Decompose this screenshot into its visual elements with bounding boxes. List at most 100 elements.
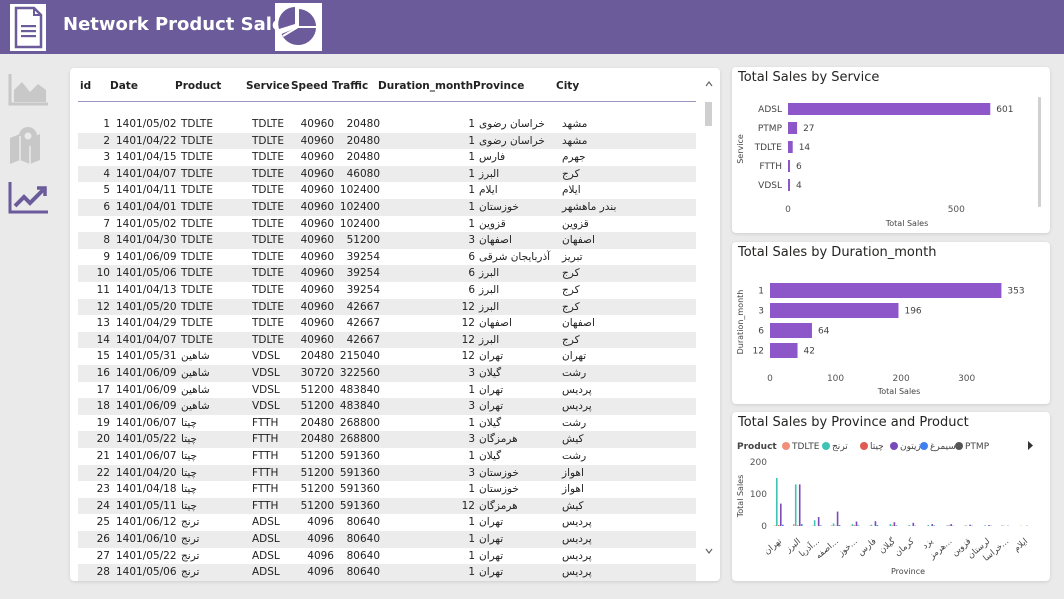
province-chart-bar[interactable] [891, 525, 894, 526]
table-row[interactable]: 13 1401/04/29 TDLTE TDLTE 40960 42667 12 اصفهان… [78, 315, 696, 332]
table-row[interactable]: 5 1401/04/11 TDLTE TDLTE 40960 102400 1 ایلام ای… [78, 182, 696, 199]
province-chart-bar[interactable] [853, 525, 856, 526]
table-row[interactable]: 4 1401/04/07 TDLTE TDLTE 40960 46080 1 البرز کرج [78, 165, 696, 183]
province-chart-bar[interactable] [836, 511, 839, 526]
col-header-service[interactable]: Service [246, 80, 290, 92]
province-chart-bar[interactable] [780, 503, 782, 526]
province-chart-bar[interactable] [948, 525, 950, 526]
duration-chart-bar[interactable] [770, 323, 812, 338]
table-row[interactable]: 17 1401/06/09 شاهین VDSL 51200 483840 1 تهران پر… [78, 382, 696, 399]
province-chart-bar[interactable] [933, 525, 936, 526]
service-chart-bar[interactable] [788, 141, 793, 153]
province-chart-bar[interactable] [851, 524, 854, 526]
province-chart-bar[interactable] [969, 524, 971, 526]
province-chart-bar[interactable] [776, 478, 778, 526]
table-row[interactable]: 11 1401/04/13 TDLTE TDLTE 40960 39254 6 البرز کر… [78, 282, 696, 299]
col-header-traffic[interactable]: Traffic [332, 80, 368, 92]
table-row[interactable]: 19 1401/06/07 چیتا FTTH 20480 268800 1 گیلان رشت [78, 415, 696, 432]
duration-chart-bar[interactable] [770, 343, 798, 358]
province-chart-bar[interactable] [874, 521, 877, 526]
province-chart-bar[interactable] [838, 525, 841, 526]
map-icon[interactable] [6, 124, 50, 164]
table-row[interactable]: 9 1401/06/09 TDLTE TDLTE 40960 39254 6 آذربایجا… [78, 249, 696, 266]
table-row[interactable]: 28 1401/05/06 ترنج ADSL 4096 80640 1 تهران پردیس [78, 564, 696, 581]
province-chart-bar[interactable] [798, 484, 801, 526]
province-chart-bar[interactable] [782, 524, 784, 526]
province-chart-bar[interactable] [813, 520, 816, 526]
province-chart-bar[interactable] [870, 524, 873, 526]
province-chart-bar[interactable] [893, 522, 896, 526]
table-row[interactable]: 2 1401/04/22 TDLTE TDLTE 40960 20480 1 خراسان ر… [78, 132, 696, 150]
province-chart-bar[interactable] [931, 524, 934, 526]
table-row[interactable]: 27 1401/05/22 ترنج ADSL 4096 80640 1 تهران پردیس [78, 548, 696, 565]
duration-chart-bar[interactable] [770, 283, 1002, 298]
legend-item-label[interactable]: زیتون [900, 442, 921, 452]
province-chart-bar[interactable] [895, 525, 898, 526]
table-row[interactable]: 23 1401/04/18 چیتا FTTH 51200 591360 1 خوزستان ا… [78, 481, 696, 498]
table-row[interactable]: 15 1401/05/31 شاهین VDSL 20480 215040 12 تهران ت… [78, 348, 696, 365]
legend-item-label[interactable]: TDLTE [791, 442, 820, 452]
province-chart-bar[interactable] [800, 524, 803, 526]
col-header-speed[interactable]: Speed [291, 80, 328, 92]
legend-next-arrow-icon[interactable] [1028, 441, 1033, 450]
table-row[interactable]: 14 1401/04/07 TDLTE TDLTE 40960 42667 12 البرز ک… [78, 331, 696, 349]
province-chart-bar[interactable] [832, 523, 835, 526]
table-row[interactable]: 12 1401/05/20 TDLTE TDLTE 40960 42667 12 البرز ک… [78, 298, 696, 316]
table-row[interactable]: 16 1401/06/09 شاهین VDSL 30720 322560 3 گیلان رش… [78, 365, 696, 382]
table-row[interactable]: 24 1401/05/11 چیتا FTTH 51200 591360 12 هرمزگان… [78, 497, 696, 515]
table-row[interactable]: 3 1401/04/15 TDLTE TDLTE 40960 20480 1 فارس جهرم [78, 149, 696, 166]
trend-chart-icon[interactable] [6, 178, 50, 218]
table-row[interactable]: 18 1401/06/09 شاهین VDSL 51200 483840 3 تهران پر… [78, 398, 696, 415]
pie-chart-icon[interactable] [275, 3, 322, 51]
province-chart-bar[interactable] [855, 521, 858, 526]
province-chart-bar[interactable] [830, 525, 833, 526]
province-chart-bar[interactable] [857, 525, 860, 526]
table-row[interactable]: 6 1401/04/01 TDLTE TDLTE 40960 102400 1 خوزستان… [78, 199, 696, 216]
document-icon[interactable] [10, 4, 46, 51]
province-chart-bar[interactable] [774, 525, 776, 526]
province-chart-bar[interactable] [927, 525, 930, 526]
service-chart-bar[interactable] [788, 179, 790, 191]
province-chart-bar[interactable] [876, 525, 879, 526]
legend-item-label[interactable]: ترنج [832, 442, 848, 452]
col-header-city[interactable]: City [556, 80, 579, 92]
table-row[interactable]: 21 1401/06/07 چیتا FTTH 51200 591360 1 گیلان رشت [78, 448, 696, 465]
col-header-id[interactable]: id [80, 80, 91, 92]
province-chart-bar[interactable] [889, 524, 892, 526]
province-chart-bar[interactable] [908, 525, 911, 526]
province-chart-bar[interactable] [988, 525, 990, 526]
col-header-date[interactable]: Date [110, 80, 138, 92]
province-chart-bar[interactable] [950, 524, 952, 526]
table-row[interactable]: 22 1401/04/20 چیتا FTTH 51200 591360 3 خوزستان ا… [78, 464, 696, 482]
province-chart-bar[interactable] [817, 517, 820, 526]
col-header-province[interactable]: Province [473, 80, 524, 92]
service-chart-bar[interactable] [788, 160, 791, 172]
legend-item-label[interactable]: سیمرغ [930, 442, 956, 452]
province-chart-bar[interactable] [794, 484, 797, 526]
area-chart-icon[interactable] [6, 70, 50, 110]
table-row[interactable]: 8 1401/04/30 TDLTE TDLTE 40960 51200 3 اصفهان اص… [78, 232, 696, 249]
col-header-product[interactable]: Product [175, 80, 221, 92]
duration-chart-bar[interactable] [770, 303, 899, 318]
province-chart-bar[interactable] [946, 525, 948, 526]
province-chart-bar[interactable] [778, 525, 780, 526]
province-chart-bar[interactable] [984, 525, 986, 526]
province-chart-bar[interactable] [965, 525, 967, 526]
service-chart-bar[interactable] [788, 103, 991, 115]
province-chart-bar[interactable] [819, 525, 822, 526]
table-row[interactable]: 10 1401/05/06 TDLTE TDLTE 40960 39254 6 البرز کر… [78, 265, 696, 282]
table-row[interactable]: 1 1401/05/02 TDLTE TDLTE 40960 20480 1 خراسان ر… [78, 116, 696, 133]
col-header-duration[interactable]: Duration_month [378, 80, 473, 92]
service-chart-bar[interactable] [788, 122, 798, 134]
table-row[interactable]: 26 1401/06/10 ترنج ADSL 4096 80640 1 تهران پردیس [78, 531, 696, 548]
province-chart-bar[interactable] [912, 522, 915, 526]
table-scrollbar[interactable] [703, 80, 715, 570]
province-chart-bar[interactable] [796, 525, 799, 526]
legend-item-label[interactable]: PTMP [965, 442, 990, 452]
legend-item-label[interactable]: چیتا [870, 442, 884, 452]
table-row[interactable]: 25 1401/06/12 ترنج ADSL 4096 80640 1 تهران پردیس [78, 514, 696, 531]
province-chart-bar[interactable] [792, 524, 795, 526]
table-row[interactable]: 7 1401/05/02 TDLTE TDLTE 40960 102400 1 قزوین قز… [78, 216, 696, 233]
table-row[interactable]: 20 1401/05/22 چیتا FTTH 20480 268800 3 هرمزگان ک… [78, 431, 696, 448]
province-chart-bar[interactable] [1001, 525, 1003, 526]
